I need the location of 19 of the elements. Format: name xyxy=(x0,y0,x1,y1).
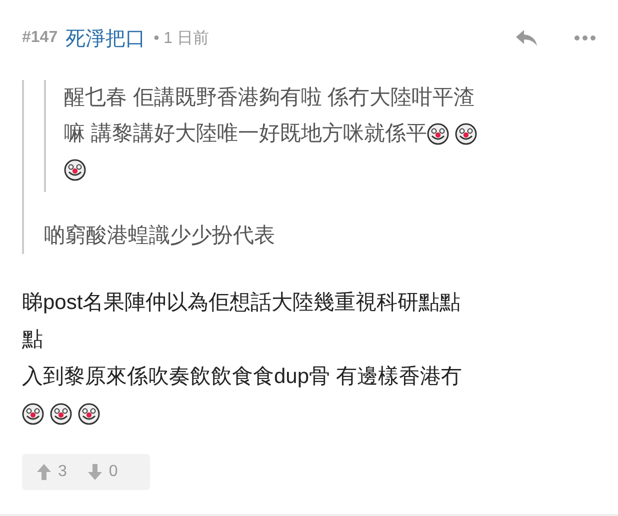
quote-text: 醒乜春 佢講既野香港夠有啦 係冇大陸咁平渣 xyxy=(64,85,475,111)
clown-emoji-icon xyxy=(64,159,86,181)
post-text: 點 xyxy=(22,327,43,353)
quote-text: 嘛 講黎講好大陸唯一好既地方咪就係平 xyxy=(64,121,427,147)
post-text: 入到黎原來係吹奏飲飲食食dup骨 有邊樣香港冇 xyxy=(22,364,462,390)
quote-text: 啲窮酸港蝗識少少扮代表 xyxy=(44,223,276,249)
reply-icon[interactable] xyxy=(514,28,538,48)
clown-emoji-icon xyxy=(22,402,44,424)
author-link[interactable]: 死淨把口 xyxy=(66,24,146,52)
downvote-button[interactable]: 0 xyxy=(86,463,118,481)
clown-emoji-icon xyxy=(50,402,72,424)
clown-emoji-icon xyxy=(454,123,477,145)
clown-emoji-icon xyxy=(426,123,449,145)
post-time: • 1 日前 xyxy=(154,28,209,48)
post-number: #147 xyxy=(22,29,58,47)
clown-emoji-icon xyxy=(78,402,100,424)
post-text: 睇post名果陣仲以為佢想話大陸幾重視科研點點 xyxy=(22,290,461,316)
more-icon[interactable] xyxy=(574,35,596,41)
upvote-button[interactable]: 3 xyxy=(36,463,67,481)
